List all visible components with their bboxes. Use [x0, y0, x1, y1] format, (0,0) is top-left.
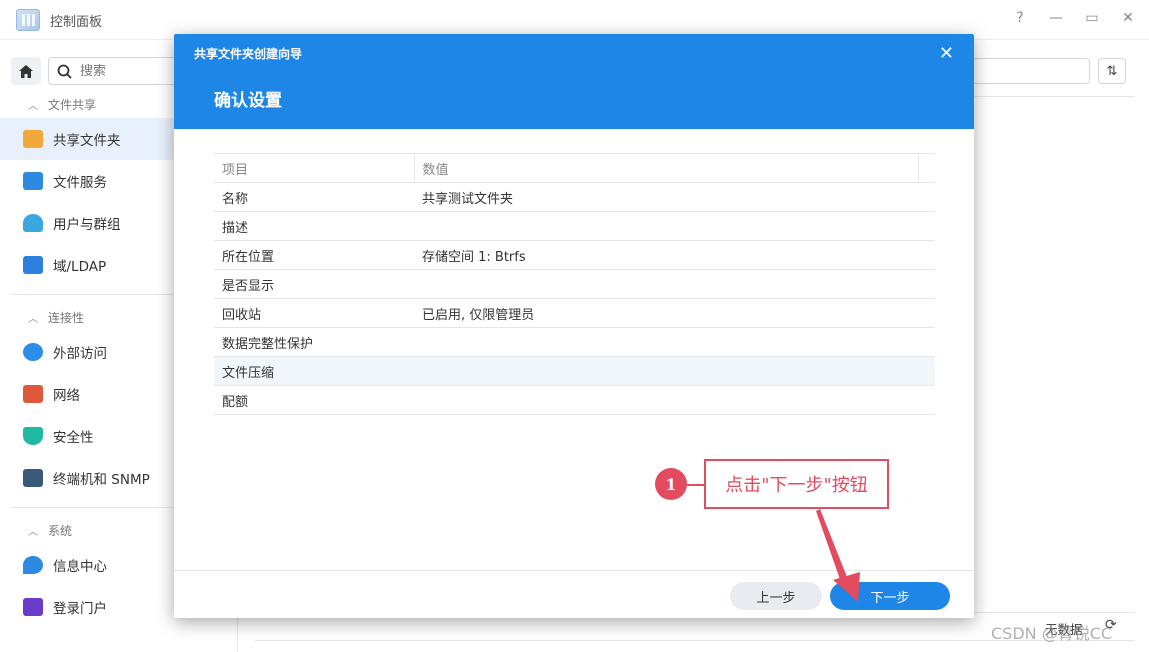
terminal-icon — [23, 469, 43, 487]
row-item: 回收站 — [214, 298, 414, 328]
info-icon — [23, 556, 43, 574]
chevron-up-icon: ︿ — [28, 100, 38, 112]
chevron-up-icon: ︿ — [28, 526, 38, 538]
folder-share-icon — [23, 130, 43, 148]
main-search-field[interactable] — [972, 58, 1090, 84]
window-controls: ? — ▭ ✕ — [1013, 10, 1135, 26]
row-value — [414, 211, 935, 241]
table-row[interactable]: 是否显示 — [214, 269, 935, 299]
row-item: 所在位置 — [214, 240, 414, 270]
shield-icon — [23, 427, 43, 445]
users-icon — [23, 214, 43, 232]
dialog-title: 共享文件夹创建向导 — [194, 47, 303, 61]
row-value: 存储空间 1: Btrfs — [414, 240, 935, 270]
row-value — [414, 327, 935, 357]
annotation-callout: 点击"下一步"按钮 — [704, 459, 889, 509]
table-row[interactable]: 描述 — [214, 211, 935, 241]
column-header-item[interactable]: 项目 — [214, 153, 415, 183]
help-icon[interactable]: ? — [1013, 10, 1027, 26]
control-panel-app-icon — [16, 9, 40, 31]
row-value — [414, 356, 935, 386]
row-value — [414, 385, 935, 415]
row-item: 是否显示 — [214, 269, 414, 299]
annotation-arrow-icon — [816, 509, 860, 602]
annotation-connector — [687, 484, 704, 486]
row-item: 描述 — [214, 211, 414, 241]
table-row[interactable]: 数据完整性保护 — [214, 327, 935, 357]
domain-icon — [23, 256, 43, 274]
row-item: 配额 — [214, 385, 414, 415]
row-item: 数据完整性保护 — [214, 327, 414, 357]
table-row[interactable]: 配额 — [214, 385, 935, 415]
file-service-icon — [23, 172, 43, 190]
window-title: 控制面板 — [50, 15, 103, 30]
dialog-header: 共享文件夹创建向导 ✕ 确认设置 — [174, 34, 974, 129]
table-row[interactable]: 回收站 已启用, 仅限管理员 — [214, 298, 935, 328]
sort-button[interactable]: ⇅ — [1098, 58, 1126, 84]
maximize-icon[interactable]: ▭ — [1085, 10, 1099, 26]
network-house-icon — [23, 385, 43, 403]
login-portal-icon — [23, 598, 43, 616]
column-header-value[interactable]: 数值 — [414, 153, 919, 183]
external-access-icon — [23, 343, 43, 361]
sort-icon: ⇅ — [1106, 63, 1118, 79]
table-header-row: 项目 数值 — [214, 153, 935, 183]
row-value: 共享测试文件夹 — [414, 182, 935, 212]
watermark-text: CSDN @青锐CC — [991, 624, 1113, 643]
column-header-spacer — [918, 153, 935, 183]
table-row[interactable]: 名称 共享测试文件夹 — [214, 182, 935, 212]
table-row[interactable]: 所在位置 存储空间 1: Btrfs — [214, 240, 935, 270]
table-row[interactable]: 文件压缩 — [214, 356, 935, 386]
step-number-badge: 1 — [655, 468, 687, 500]
dialog-subtitle: 确认设置 — [214, 91, 282, 111]
row-item: 名称 — [214, 182, 414, 212]
row-item: 文件压缩 — [214, 356, 414, 386]
row-value — [414, 269, 935, 299]
settings-table: 项目 数值 名称 共享测试文件夹 描述 所在位置 存储空间 1: Btrfs 是否显… — [214, 153, 935, 415]
minimize-icon[interactable]: — — [1049, 10, 1063, 26]
chevron-up-icon: ︿ — [28, 313, 38, 325]
close-icon[interactable]: ✕ — [939, 43, 954, 64]
row-value: 已启用, 仅限管理员 — [414, 298, 935, 328]
toolbar-divider — [975, 96, 1135, 97]
close-window-icon[interactable]: ✕ — [1121, 10, 1135, 26]
